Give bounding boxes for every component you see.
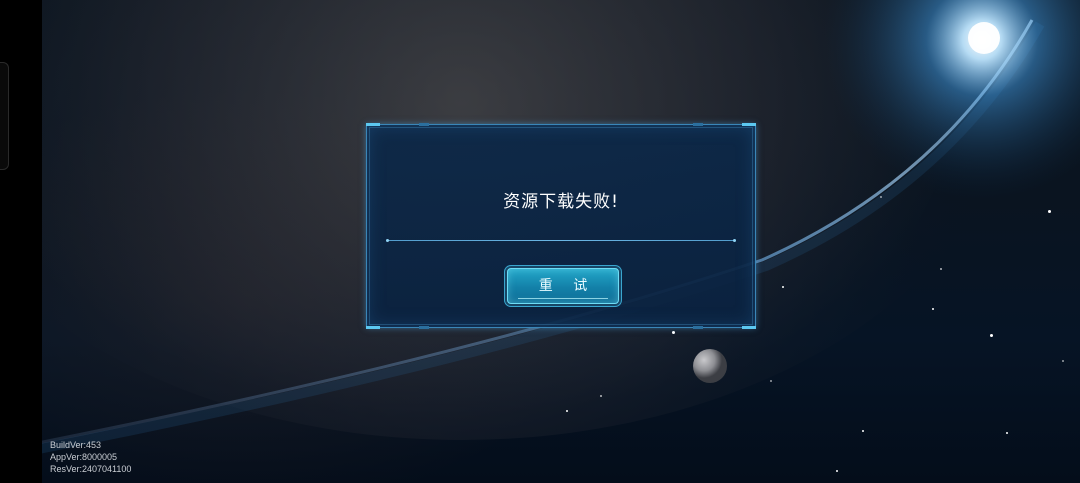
dialog-tick [419, 326, 429, 329]
dialog-tick [693, 326, 703, 329]
left-system-bar [0, 0, 42, 483]
res-version: ResVer:2407041100 [50, 464, 132, 474]
retry-button[interactable]: 重 试 [507, 268, 619, 304]
dialog-divider [386, 239, 736, 242]
game-screen: 资源下载失败! 重 试 BuildVer:453 AppVer:8000005 … [0, 0, 1080, 483]
app-version: AppVer:8000005 [50, 452, 118, 462]
dialog-tick [419, 123, 429, 126]
version-info: BuildVer:453 AppVer:8000005 ResVer:24070… [50, 439, 131, 475]
error-dialog: 资源下载失败! 重 试 [366, 123, 756, 329]
dialog-corner [366, 326, 380, 329]
dialog-corner [742, 326, 756, 329]
build-version: BuildVer:453 [50, 440, 102, 450]
retry-button-label: 重 试 [538, 278, 596, 294]
dialog-corner [742, 123, 756, 126]
dialog-tick [693, 123, 703, 126]
dialog-corner [366, 123, 380, 126]
moon [693, 349, 727, 383]
side-handle [0, 62, 9, 170]
error-message: 资源下载失败! [503, 192, 619, 212]
